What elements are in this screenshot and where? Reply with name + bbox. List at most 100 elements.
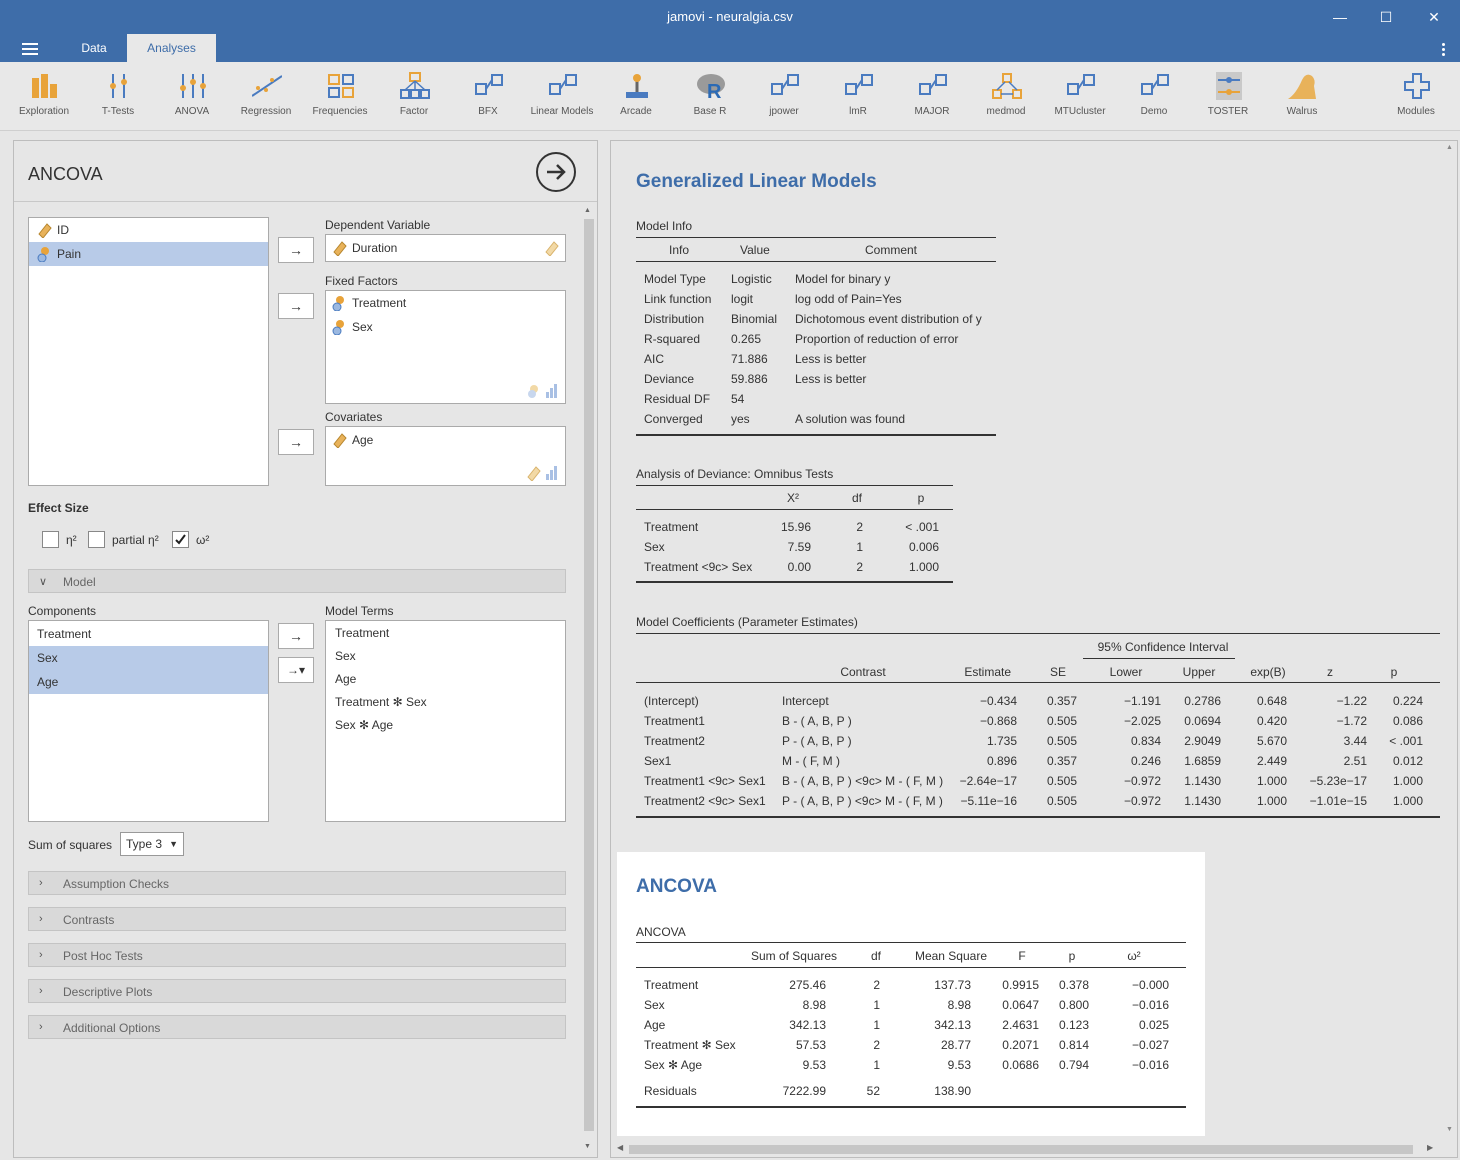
scroll-left-icon[interactable]: ◀ xyxy=(617,1143,623,1152)
add-term-button[interactable]: → xyxy=(278,623,314,649)
table-cell: 1.735 xyxy=(986,734,1017,748)
table-cell: Logistic xyxy=(731,272,772,286)
ribbon-jpower[interactable]: jpower xyxy=(747,62,821,131)
exploration-icon xyxy=(32,74,57,98)
results-vertical-scrollbar[interactable]: ▲ ▼ xyxy=(1443,141,1457,1141)
table-cell: 0.357 xyxy=(1046,694,1077,708)
list-item[interactable]: Treatment xyxy=(29,622,268,646)
maximize-button[interactable]: ☐ xyxy=(1372,5,1400,29)
ribbon-linear-models[interactable]: Linear Models xyxy=(525,62,599,131)
list-item[interactable]: Age xyxy=(326,668,565,691)
table-cell: 1.1430 xyxy=(1184,794,1221,808)
ribbon-factor[interactable]: Factor xyxy=(377,62,451,131)
table-cell: Treatment xyxy=(644,978,699,992)
scrollbar-thumb[interactable] xyxy=(584,219,594,1131)
table-cell: 1 xyxy=(873,1018,880,1032)
ribbon-demo[interactable]: Demo xyxy=(1117,62,1191,131)
ribbon-bfx[interactable]: BFX xyxy=(451,62,525,131)
table-cell: A solution was found xyxy=(795,412,906,426)
list-item[interactable]: Treatment xyxy=(326,622,565,645)
minimize-button[interactable]: — xyxy=(1326,5,1354,29)
section-model[interactable]: ∨ Model xyxy=(28,569,566,593)
table-cell: Proportion of reduction of error xyxy=(795,332,959,346)
factor-icon xyxy=(400,72,430,99)
scroll-right-icon[interactable]: ▶ xyxy=(1427,1143,1433,1152)
dependent-item[interactable]: Duration xyxy=(326,235,565,261)
options-scrollbar[interactable]: ▲ ▼ xyxy=(582,205,596,1155)
sum-of-squares-label: Sum of squares xyxy=(28,838,113,852)
ribbon-regression[interactable]: Regression xyxy=(229,62,303,131)
section-additional-options[interactable]: › Additional Options xyxy=(28,1015,566,1039)
ribbon-ttests[interactable]: T-Tests xyxy=(81,62,155,131)
table-cell: (Intercept) xyxy=(644,694,699,708)
scroll-up-icon[interactable]: ▲ xyxy=(1446,144,1453,151)
table-cell: 0.814 xyxy=(1058,1038,1089,1052)
section-assumption-checks[interactable]: › Assumption Checks xyxy=(28,871,566,895)
ribbon-mtucluster[interactable]: MTUcluster xyxy=(1043,62,1117,131)
ribbon-toster[interactable]: TOSTER xyxy=(1191,62,1265,131)
ribbon-base-r[interactable]: R Base R xyxy=(673,62,747,131)
table-cell: −5.11e−16 xyxy=(960,794,1017,808)
table-cell: −0.868 xyxy=(979,714,1017,728)
model-terms-box[interactable]: Treatment Sex Age Treatment ✻ Sex Sex ✻ … xyxy=(325,620,566,822)
table-cell: < .001 xyxy=(1389,734,1423,748)
scroll-down-icon[interactable]: ▼ xyxy=(1446,1126,1453,1133)
scrollbar-thumb[interactable] xyxy=(629,1145,1413,1154)
tab-analyses[interactable]: Analyses xyxy=(127,34,216,62)
list-item[interactable]: Sex ✻ Age xyxy=(326,714,565,737)
scroll-up-icon[interactable]: ▲ xyxy=(584,207,591,214)
table-cell: 1 xyxy=(856,540,863,554)
ribbon-arcade[interactable]: Arcade xyxy=(599,62,673,131)
table-cell: Mean Square xyxy=(914,949,987,963)
ribbon-anova[interactable]: ANOVA xyxy=(155,62,229,131)
table-cell: −0.016 xyxy=(1131,998,1169,1012)
table-cell: −1.22 xyxy=(1336,694,1367,708)
results-horizontal-scrollbar[interactable]: ◀ ▶ xyxy=(617,1143,1437,1157)
variables-list[interactable]: ID Pain xyxy=(28,217,269,486)
table-cell: −0.016 xyxy=(1131,1058,1169,1072)
table-cell: SE xyxy=(1049,665,1066,679)
ribbon-walrus[interactable]: Walrus xyxy=(1265,62,1339,131)
list-item[interactable]: Age xyxy=(326,428,565,452)
ribbon-major[interactable]: MAJOR xyxy=(895,62,969,131)
move-to-dependent-button[interactable]: → xyxy=(278,237,314,263)
title-bar: jamovi - neuralgia.csv — ☐ ✕ xyxy=(0,0,1460,34)
model-info-title: Model Info xyxy=(636,219,693,233)
list-item[interactable]: Sex xyxy=(326,645,565,668)
tab-data[interactable]: Data xyxy=(64,34,124,62)
ribbon-lmr[interactable]: lmR xyxy=(821,62,895,131)
add-interaction-button[interactable]: →▾ xyxy=(278,657,314,683)
ribbon-modules[interactable]: Modules xyxy=(1379,62,1453,131)
list-item[interactable]: Sex xyxy=(326,315,565,339)
section-post-hoc-tests[interactable]: › Post Hoc Tests xyxy=(28,943,566,967)
ribbon-frequencies[interactable]: Frequencies xyxy=(303,62,377,131)
chevron-right-icon: › xyxy=(39,949,43,961)
table-cell: Estimate xyxy=(964,665,1011,679)
dependent-variable-box[interactable]: Duration xyxy=(325,234,566,262)
section-contrasts[interactable]: › Contrasts xyxy=(28,907,566,931)
menu-icon[interactable] xyxy=(22,43,38,55)
list-item[interactable]: Age xyxy=(29,670,268,694)
list-item[interactable]: Treatment xyxy=(326,291,565,315)
table-cell: 7.59 xyxy=(787,540,811,554)
options-title: ANCOVA xyxy=(28,164,103,184)
ribbon-medmod[interactable]: medmod xyxy=(969,62,1043,131)
arrow-right-circle-icon xyxy=(547,164,566,180)
list-item[interactable]: Treatment ✻ Sex xyxy=(326,691,565,714)
ribbon-exploration[interactable]: Exploration xyxy=(7,62,81,131)
covariates-box[interactable]: Age xyxy=(325,426,566,486)
table-cell: F xyxy=(1018,949,1026,963)
fixed-factors-box[interactable]: Treatment Sex xyxy=(325,290,566,404)
section-descriptive-plots[interactable]: › Descriptive Plots xyxy=(28,979,566,1003)
more-options-icon[interactable] xyxy=(1442,43,1446,58)
scroll-down-icon[interactable]: ▼ xyxy=(584,1143,591,1150)
components-list[interactable]: Treatment Sex Age xyxy=(28,620,269,822)
list-item[interactable]: Pain xyxy=(29,242,268,266)
close-button[interactable]: ✕ xyxy=(1420,5,1448,29)
run-analysis-button[interactable] xyxy=(536,152,576,192)
list-item[interactable]: ID xyxy=(29,218,268,242)
move-to-fixed-button[interactable]: → xyxy=(278,293,314,319)
move-to-covariates-button[interactable]: → xyxy=(278,429,314,455)
sum-of-squares-select[interactable]: Type 3 ▼ xyxy=(120,832,184,856)
list-item[interactable]: Sex xyxy=(29,646,268,670)
